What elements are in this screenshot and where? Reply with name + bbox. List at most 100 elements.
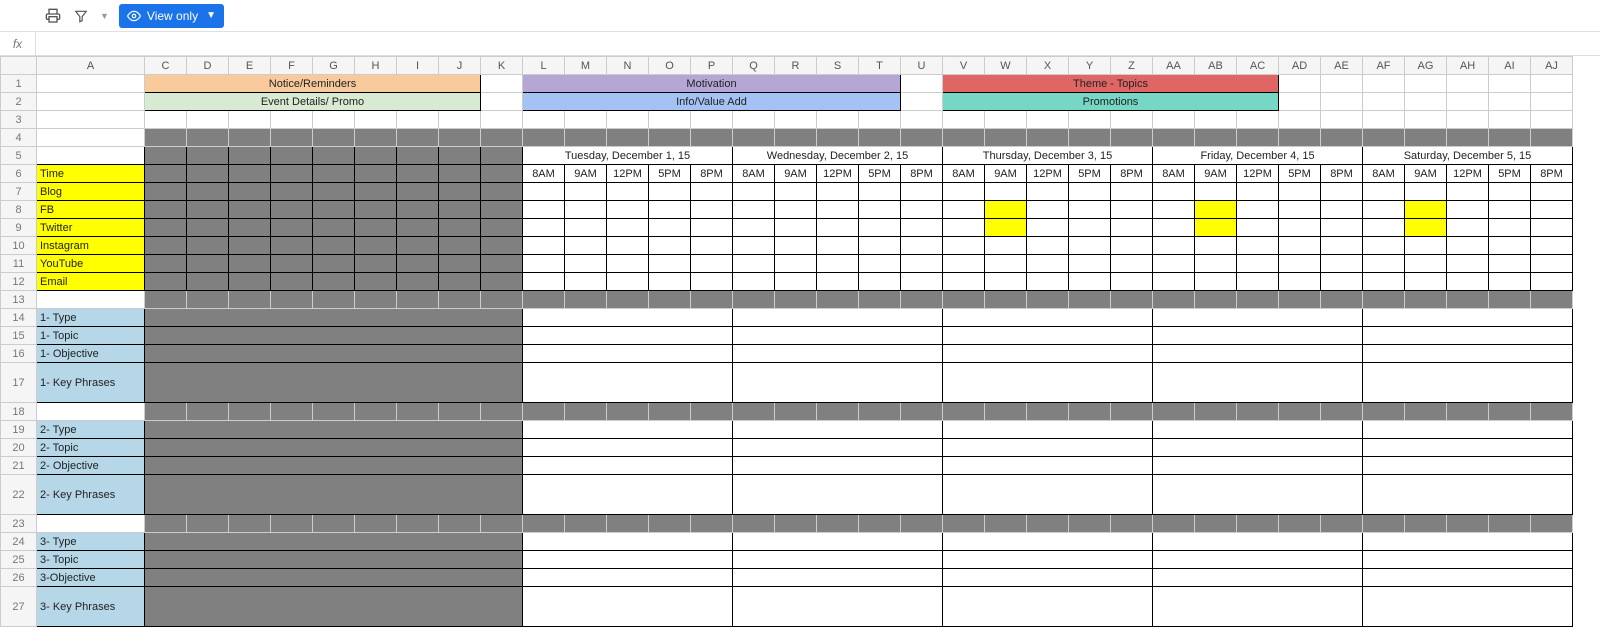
time-slot[interactable]: 8PM: [1531, 165, 1573, 183]
gray-block[interactable]: [145, 533, 523, 551]
cell[interactable]: [523, 273, 565, 291]
cell[interactable]: [901, 201, 943, 219]
cell[interactable]: [1531, 515, 1573, 533]
meta-cell[interactable]: [1363, 363, 1573, 403]
col-header[interactable]: M: [565, 57, 607, 75]
cell[interactable]: [397, 165, 439, 183]
cell[interactable]: [817, 273, 859, 291]
meta-cell[interactable]: [1153, 327, 1363, 345]
cell[interactable]: [1111, 129, 1153, 147]
cell[interactable]: [1405, 291, 1447, 309]
cell[interactable]: [271, 129, 313, 147]
cell[interactable]: [1405, 201, 1447, 219]
cell[interactable]: [187, 403, 229, 421]
cell[interactable]: [733, 403, 775, 421]
meta-cell[interactable]: [733, 569, 943, 587]
cell[interactable]: [649, 129, 691, 147]
cell[interactable]: [397, 111, 439, 129]
sheet-area[interactable]: ACDEFGHIJKLMNOPQRSTUVWXYZAAABACADAEAFAGA…: [0, 56, 1600, 627]
cell[interactable]: [649, 255, 691, 273]
cell[interactable]: [1363, 75, 1405, 93]
cell[interactable]: [523, 237, 565, 255]
cell[interactable]: [1531, 183, 1573, 201]
meta-cell[interactable]: [523, 587, 733, 627]
meta-cell[interactable]: [733, 421, 943, 439]
meta-cell[interactable]: [523, 457, 733, 475]
cell[interactable]: [901, 93, 943, 111]
meta-cell[interactable]: [1153, 551, 1363, 569]
meta-cell[interactable]: [733, 475, 943, 515]
cell[interactable]: [1531, 93, 1573, 111]
time-slot[interactable]: 12PM: [1237, 165, 1279, 183]
cell[interactable]: [481, 147, 523, 165]
cell[interactable]: [649, 237, 691, 255]
cell[interactable]: [439, 255, 481, 273]
cell[interactable]: [1447, 515, 1489, 533]
cell[interactable]: [943, 111, 985, 129]
cell[interactable]: [1321, 75, 1363, 93]
cell[interactable]: [187, 219, 229, 237]
cell[interactable]: [313, 111, 355, 129]
cell[interactable]: [1531, 219, 1573, 237]
cell[interactable]: [1279, 129, 1321, 147]
cell[interactable]: [481, 129, 523, 147]
cell[interactable]: [1069, 403, 1111, 421]
cell[interactable]: [355, 255, 397, 273]
cell[interactable]: [1279, 237, 1321, 255]
gray-block[interactable]: [145, 421, 523, 439]
cell[interactable]: [607, 291, 649, 309]
cell[interactable]: [943, 237, 985, 255]
cell[interactable]: [691, 515, 733, 533]
cell[interactable]: [145, 129, 187, 147]
cell[interactable]: [775, 111, 817, 129]
cell[interactable]: [1531, 273, 1573, 291]
cell[interactable]: [1363, 291, 1405, 309]
cell[interactable]: [1279, 75, 1321, 93]
cell[interactable]: [1069, 515, 1111, 533]
cell[interactable]: [649, 403, 691, 421]
col-header[interactable]: K: [481, 57, 523, 75]
cell[interactable]: [481, 237, 523, 255]
cell[interactable]: [355, 219, 397, 237]
cell[interactable]: [985, 237, 1027, 255]
meta-cell[interactable]: [733, 587, 943, 627]
label-channel[interactable]: FB: [37, 201, 145, 219]
cell[interactable]: [1153, 111, 1195, 129]
cell[interactable]: [607, 183, 649, 201]
cell[interactable]: [1195, 219, 1237, 237]
row-header[interactable]: 4: [1, 129, 37, 147]
cell[interactable]: [481, 201, 523, 219]
cell[interactable]: [985, 111, 1027, 129]
print-icon[interactable]: [44, 7, 62, 25]
cell[interactable]: [691, 129, 733, 147]
cell[interactable]: [145, 183, 187, 201]
cell[interactable]: [481, 165, 523, 183]
row-header[interactable]: 21: [1, 457, 37, 475]
cell[interactable]: [1069, 291, 1111, 309]
cell[interactable]: [943, 201, 985, 219]
cell[interactable]: [733, 237, 775, 255]
cell[interactable]: [775, 291, 817, 309]
cell[interactable]: [271, 147, 313, 165]
cell[interactable]: [271, 291, 313, 309]
cell[interactable]: [1405, 515, 1447, 533]
cell[interactable]: [649, 219, 691, 237]
cell[interactable]: [523, 129, 565, 147]
cell[interactable]: [1405, 93, 1447, 111]
time-slot[interactable]: 5PM: [1279, 165, 1321, 183]
cell[interactable]: [1489, 237, 1531, 255]
cell[interactable]: [1531, 291, 1573, 309]
cell[interactable]: [1237, 201, 1279, 219]
label-meta[interactable]: 1- Topic: [37, 327, 145, 345]
cell[interactable]: [145, 515, 187, 533]
label-meta[interactable]: 2- Objective: [37, 457, 145, 475]
meta-cell[interactable]: [733, 363, 943, 403]
legend-event[interactable]: Event Details/ Promo: [145, 93, 481, 111]
cell[interactable]: [1447, 129, 1489, 147]
cell[interactable]: [1279, 201, 1321, 219]
filter-caret-icon[interactable]: ▼: [100, 11, 109, 21]
cell[interactable]: [817, 291, 859, 309]
cell[interactable]: [859, 129, 901, 147]
cell[interactable]: [565, 515, 607, 533]
cell[interactable]: [1321, 201, 1363, 219]
